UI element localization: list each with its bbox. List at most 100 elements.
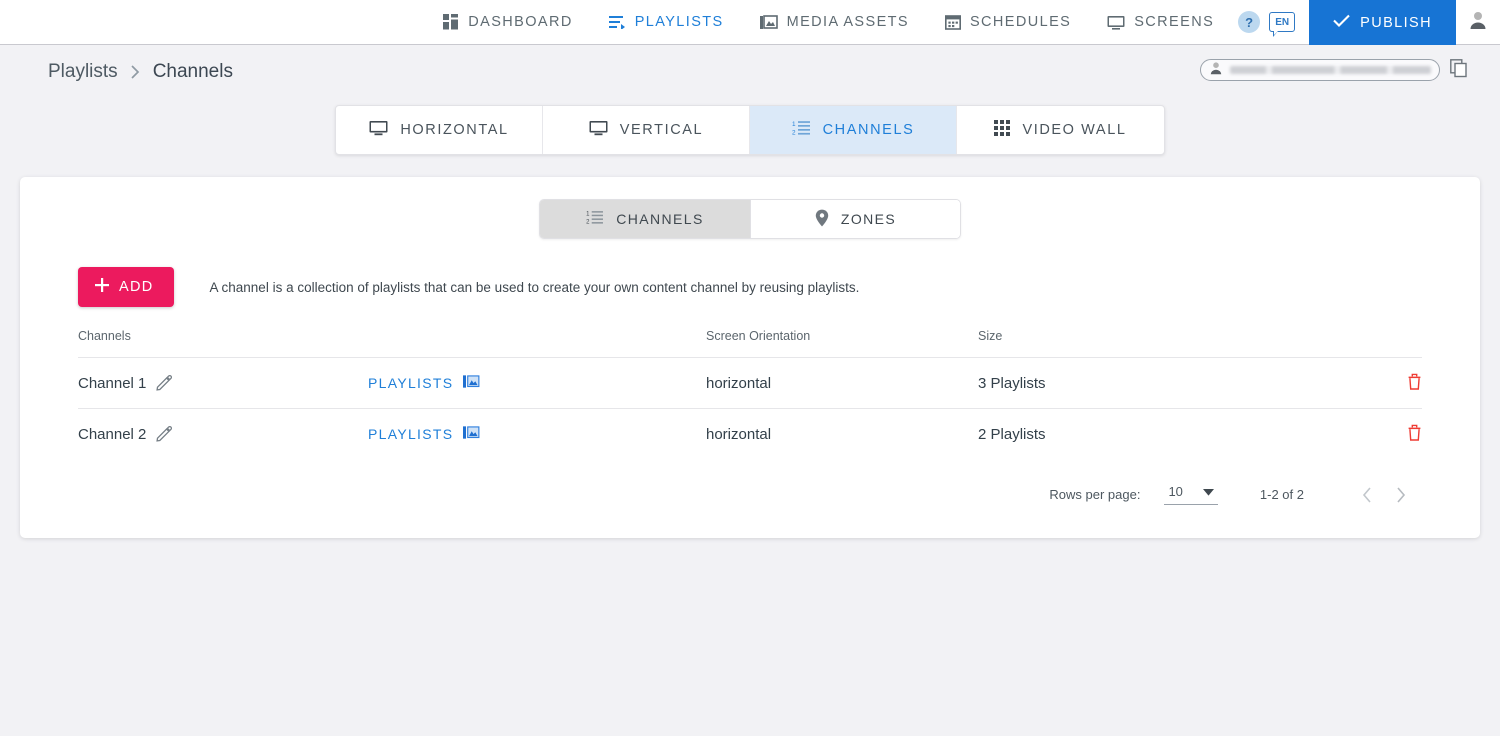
tab-channels[interactable]: 12 CHANNELS: [750, 106, 957, 154]
cell-actions: [1278, 358, 1422, 409]
column-header-playlists: [368, 329, 698, 358]
tab-label: CHANNELS: [823, 122, 915, 138]
channels-table: Channels Screen Orientation Size Channel…: [78, 329, 1422, 460]
add-button[interactable]: ADD: [78, 267, 174, 307]
channels-card: 1 2 CHANNELS ZONES ADD A channel is a col…: [20, 177, 1480, 538]
playlists-link[interactable]: PLAYLISTS: [368, 425, 480, 443]
nav-item-label: SCHEDULES: [970, 14, 1071, 30]
calendar-icon: [945, 14, 961, 30]
edit-pencil-icon[interactable]: [156, 426, 172, 442]
nav-item-label: SCREENS: [1134, 14, 1214, 30]
monitor-horizontal-icon: [369, 120, 388, 140]
nav-item-label: DASHBOARD: [468, 14, 572, 30]
orientation-tabs: HORIZONTAL VERTICAL 12 CHANNELS VIDEO WA…: [0, 105, 1500, 155]
pagination: Rows per page: 10 1-2 of 2: [20, 460, 1480, 512]
cell-screen-orientation: horizontal: [698, 358, 978, 409]
nav-item-label: MEDIA ASSETS: [787, 14, 909, 30]
table-row: Channel 2 PLAYLISTS horizontal: [78, 409, 1422, 460]
rows-per-page-value: 10: [1168, 484, 1182, 499]
language-selector[interactable]: EN: [1269, 12, 1295, 32]
nav-item-schedules[interactable]: SCHEDULES: [927, 0, 1089, 45]
column-header-channels: Channels: [78, 329, 368, 358]
tab-video-wall[interactable]: VIDEO WALL: [957, 106, 1164, 154]
table-header-row: Channels Screen Orientation Size: [78, 329, 1422, 358]
svg-text:2: 2: [586, 220, 591, 225]
svg-text:1: 1: [586, 212, 591, 218]
cell-size: 3 Playlists: [978, 358, 1278, 409]
monitor-icon: [1107, 15, 1125, 30]
rows-per-page-select[interactable]: 10: [1164, 484, 1217, 505]
account-email-field[interactable]: [1200, 59, 1440, 81]
pagination-next-button[interactable]: [1384, 478, 1418, 512]
column-header-size: Size: [978, 329, 1278, 358]
person-icon: [1209, 61, 1223, 80]
numbered-list-icon: 12: [792, 120, 811, 140]
cell-channel-name: Channel 1: [78, 358, 368, 409]
cell-screen-orientation: horizontal: [698, 409, 978, 460]
nav-item-dashboard[interactable]: DASHBOARD: [425, 0, 590, 45]
copy-icon[interactable]: [1450, 59, 1468, 83]
column-header-screen-orientation: Screen Orientation: [698, 329, 978, 358]
playlist-lines-icon: [609, 15, 626, 29]
chevron-down-icon: [1203, 484, 1214, 499]
segment-zones[interactable]: ZONES: [750, 200, 960, 238]
table-body: Channel 1 PLAYLISTS horizontal: [78, 358, 1422, 460]
tab-label: VERTICAL: [620, 122, 703, 138]
table-head: Channels Screen Orientation Size: [78, 329, 1422, 358]
check-icon: [1333, 14, 1350, 31]
cell-channel-name: Channel 2: [78, 409, 368, 460]
grid-icon: [994, 120, 1010, 140]
person-icon: [1468, 10, 1488, 35]
map-pin-icon: [815, 209, 829, 230]
toolbar: ADD A channel is a collection of playlis…: [20, 239, 1480, 307]
pagination-prev-button[interactable]: [1350, 478, 1384, 512]
segment-channels[interactable]: 1 2 CHANNELS: [540, 200, 750, 238]
pagination-range: 1-2 of 2: [1260, 487, 1304, 502]
dashboard-grid-icon: [443, 14, 459, 30]
tab-label: HORIZONTAL: [400, 122, 508, 138]
breadcrumb-current: Channels: [153, 61, 233, 83]
cell-size: 2 Playlists: [978, 409, 1278, 460]
top-nav-items: DASHBOARD PLAYLISTS MEDIA ASSETS SCHEDUL…: [425, 0, 1232, 44]
account-email-value: [1230, 66, 1431, 74]
svg-text:2: 2: [792, 130, 797, 136]
language-label: EN: [1275, 17, 1289, 28]
cell-playlists-link: PLAYLISTS: [368, 358, 698, 409]
channel-name-label: Channel 2: [78, 426, 146, 443]
table-row: Channel 1 PLAYLISTS horizontal: [78, 358, 1422, 409]
cell-actions: [1278, 409, 1422, 460]
channel-hint-text: A channel is a collection of playlists t…: [210, 280, 860, 295]
tab-horizontal[interactable]: HORIZONTAL: [336, 106, 543, 154]
breadcrumb-parent[interactable]: Playlists: [48, 61, 118, 83]
rows-per-page-label: Rows per page:: [1049, 487, 1140, 502]
nav-item-playlists[interactable]: PLAYLISTS: [591, 0, 742, 45]
cell-playlists-link: PLAYLISTS: [368, 409, 698, 460]
tab-vertical[interactable]: VERTICAL: [543, 106, 750, 154]
tab-label: VIDEO WALL: [1022, 122, 1126, 138]
monitor-vertical-icon: [589, 120, 608, 140]
tabs-group: HORIZONTAL VERTICAL 12 CHANNELS VIDEO WA…: [335, 105, 1165, 155]
help-icon[interactable]: ?: [1238, 11, 1260, 33]
column-header-actions: [1278, 329, 1422, 358]
add-label: ADD: [119, 279, 154, 295]
plus-icon: [94, 277, 110, 297]
edit-pencil-icon[interactable]: [156, 375, 172, 391]
channels-zones-toggle: 1 2 CHANNELS ZONES: [20, 199, 1480, 239]
media-image-icon: [463, 374, 480, 392]
publish-button[interactable]: PUBLISH: [1309, 0, 1456, 45]
top-navigation-bar: DASHBOARD PLAYLISTS MEDIA ASSETS SCHEDUL…: [0, 0, 1500, 45]
help-label: ?: [1245, 15, 1253, 30]
segment-label: ZONES: [841, 211, 896, 227]
playlists-link[interactable]: PLAYLISTS: [368, 374, 480, 392]
nav-item-screens[interactable]: SCREENS: [1089, 0, 1232, 45]
breadcrumb: Playlists Channels: [0, 45, 1500, 99]
delete-trash-icon[interactable]: [1407, 424, 1422, 441]
nav-item-media-assets[interactable]: MEDIA ASSETS: [742, 0, 927, 45]
playlists-link-label: PLAYLISTS: [368, 426, 453, 442]
segment-label: CHANNELS: [616, 211, 703, 227]
nav-item-label: PLAYLISTS: [635, 14, 724, 30]
account-avatar[interactable]: [1456, 0, 1500, 45]
channel-name-label: Channel 1: [78, 375, 146, 392]
media-image-icon: [760, 15, 778, 30]
delete-trash-icon[interactable]: [1407, 373, 1422, 390]
